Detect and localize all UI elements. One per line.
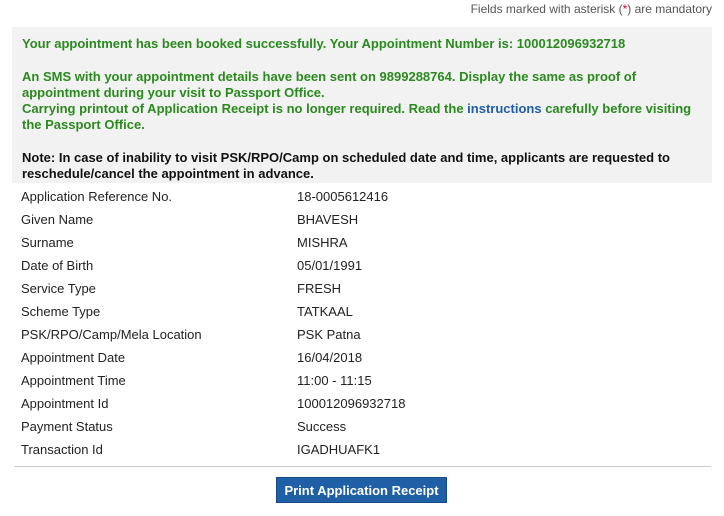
detail-label: PSK/RPO/Camp/Mela Location (21, 327, 202, 342)
detail-row: Appointment Id 100012096932718 (21, 392, 621, 415)
mandatory-suffix: ) are mandatory (627, 2, 712, 16)
sms-info-block: An SMS with your appointment details hav… (22, 69, 702, 133)
detail-row: Scheme Type TATKAAL (21, 300, 621, 323)
booking-success-message: Your appointment has been booked success… (22, 36, 626, 51)
reschedule-note: Note: In case of inability to visit PSK/… (22, 150, 670, 181)
detail-label: Surname (21, 235, 74, 250)
mandatory-prefix: Fields marked with asterisk ( (470, 2, 623, 16)
detail-value: TATKAAL (297, 304, 353, 319)
detail-row: Date of Birth 05/01/1991 (21, 254, 621, 277)
section-divider (14, 466, 711, 467)
appointment-details-list: Application Reference No. 18-0005612416 G… (21, 185, 621, 461)
instructions-link[interactable]: instructions (467, 101, 541, 116)
detail-row: Given Name BHAVESH (21, 208, 621, 231)
detail-row: Service Type FRESH (21, 277, 621, 300)
detail-row: Transaction Id IGADHUAFK1 (21, 438, 621, 461)
detail-row: Application Reference No. 18-0005612416 (21, 185, 621, 208)
printout-prefix: Carrying printout of Application Receipt… (22, 101, 468, 116)
detail-value: 100012096932718 (297, 396, 406, 411)
detail-label: Appointment Id (21, 396, 109, 411)
detail-value: 18-0005612416 (297, 189, 389, 204)
detail-label: Scheme Type (21, 304, 101, 319)
detail-value: 16/04/2018 (297, 350, 363, 365)
detail-value: MISHRA (297, 235, 348, 250)
detail-row: Payment Status Success (21, 415, 621, 438)
detail-label: Application Reference No. (21, 189, 173, 204)
printout-message: Carrying printout of Application Receipt… (22, 101, 702, 133)
detail-label: Transaction Id (21, 442, 103, 457)
detail-label: Appointment Time (21, 373, 126, 388)
confirmation-message-box: Your appointment has been booked success… (12, 27, 712, 183)
detail-label: Payment Status (21, 419, 113, 434)
detail-row: Surname MISHRA (21, 231, 621, 254)
detail-value: BHAVESH (297, 212, 359, 227)
detail-row: PSK/RPO/Camp/Mela Location PSK Patna (21, 323, 621, 346)
detail-label: Service Type (21, 281, 96, 296)
detail-value: FRESH (297, 281, 342, 296)
mandatory-fields-note: Fields marked with asterisk (*) are mand… (471, 2, 712, 16)
detail-value: Success (297, 419, 347, 434)
detail-row: Appointment Time 11:00 - 11:15 (21, 369, 621, 392)
detail-value: 11:00 - 11:15 (297, 373, 372, 388)
detail-label: Given Name (21, 212, 94, 227)
detail-label: Appointment Date (21, 350, 126, 365)
detail-label: Date of Birth (21, 258, 94, 273)
detail-value: 05/01/1991 (297, 258, 363, 273)
detail-value: IGADHUAFK1 (297, 442, 381, 457)
appointment-confirmation-page: Fields marked with asterisk (*) are mand… (0, 0, 724, 516)
sms-message: An SMS with your appointment details hav… (22, 69, 637, 100)
detail-row: Appointment Date 16/04/2018 (21, 346, 621, 369)
print-application-receipt-button[interactable]: Print Application Receipt (276, 477, 447, 503)
detail-value: PSK Patna (297, 327, 361, 342)
